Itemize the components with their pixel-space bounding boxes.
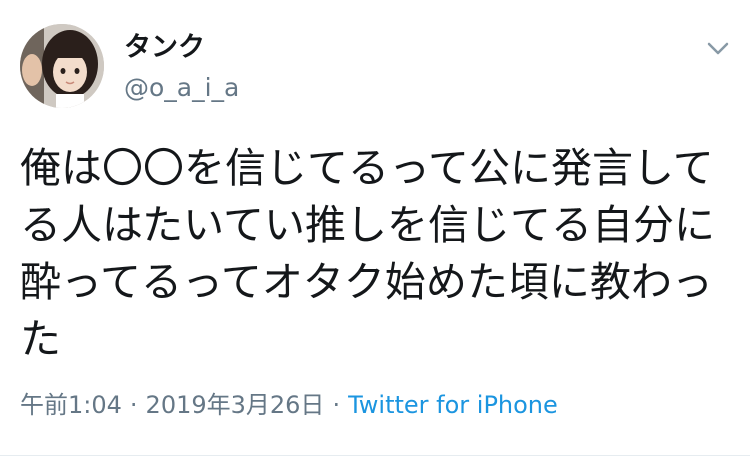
- avatar[interactable]: [20, 24, 104, 108]
- tweet-time[interactable]: 午前1:04: [20, 391, 122, 419]
- user-handle[interactable]: @o_a_i_a: [124, 72, 239, 104]
- tweet-text: 俺は〇〇を信じてるって公に発言してる人はたいてい推しを信じてる自分に酔ってるって…: [20, 144, 715, 363]
- tweet-source-link[interactable]: Twitter for iPhone: [348, 391, 558, 419]
- avatar-photo: [20, 24, 104, 108]
- divider: [0, 455, 750, 456]
- tweet-metadata: 午前1:04 · 2019年3月26日 · Twitter for iPhone: [20, 388, 558, 422]
- chevron-down-icon[interactable]: [700, 34, 736, 62]
- separator-dot: ·: [332, 391, 341, 419]
- tweet-card: タンク @o_a_i_a 俺は〇〇を信じてるって公に発言してる人はたいてい推しを…: [0, 0, 750, 461]
- display-name[interactable]: タンク: [124, 30, 205, 66]
- separator-dot: ·: [129, 391, 138, 419]
- tweet-date[interactable]: 2019年3月26日: [146, 391, 325, 419]
